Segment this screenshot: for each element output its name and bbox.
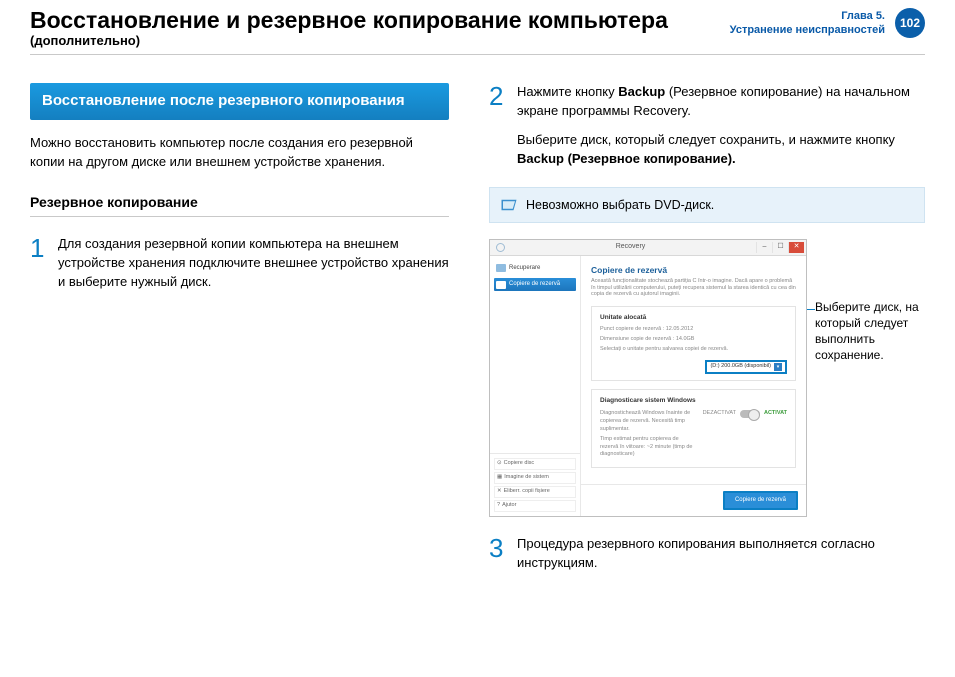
step-number-2: 2 bbox=[489, 83, 507, 168]
diagnostics-toggle[interactable]: DEZACTIVAT ACTIVAT bbox=[703, 410, 787, 418]
drive-select-callout: Выберите диск, на который следует выполн… bbox=[815, 239, 925, 364]
toggle-switch-icon bbox=[740, 410, 760, 418]
step-2-part-a: Нажмите кнопку bbox=[517, 84, 618, 99]
window-maximize-button[interactable]: ☐ bbox=[772, 242, 788, 253]
bottom-item-delete-copies[interactable]: ✕Eliberr. copii fișiere bbox=[494, 486, 576, 498]
header-right: Глава 5. Устранение неисправностей 102 bbox=[730, 8, 925, 38]
sidebar-bottom-items: ⊙Copiere disc ▦Imagine de sistem ✕Eliber… bbox=[490, 453, 580, 516]
panel-drive-line-3: Selectați o unitate pentru salvarea copi… bbox=[600, 346, 787, 354]
sidebar-item-recovery[interactable]: Recuperare bbox=[494, 262, 576, 275]
sidebar-item-recovery-label: Recuperare bbox=[509, 264, 540, 273]
step-2-line2-a: Выберите диск, который следует сохранить… bbox=[517, 132, 895, 147]
sidebar-item-backup[interactable]: Copiere de rezervă bbox=[494, 278, 576, 291]
page-header: Восстановление и резервное копирование к… bbox=[30, 0, 925, 55]
step-1: 1 Для создания резервной копии компьютер… bbox=[30, 235, 449, 292]
drive-select[interactable]: (D:) 200.0GB (disponibil) ▾ bbox=[705, 360, 787, 374]
panel-diagnostics: Diagnosticare sistem Windows Diagnostich… bbox=[591, 389, 796, 468]
main-title: Copiere de rezervă bbox=[591, 264, 796, 276]
step-2-text: Нажмите кнопку Backup (Резервное копиров… bbox=[517, 83, 925, 168]
window-close-button[interactable]: ✕ bbox=[788, 242, 804, 253]
window-minimize-button[interactable]: – bbox=[756, 242, 772, 253]
bottom-item-system-image[interactable]: ▦Imagine de sistem bbox=[494, 472, 576, 484]
panel-diag-heading: Diagnosticare sistem Windows bbox=[600, 396, 787, 405]
note-box: Невозможно выбрать DVD-диск. bbox=[489, 187, 925, 223]
section-banner: Восстановление после резервного копирова… bbox=[30, 83, 449, 120]
left-column: Восстановление после резервного копирова… bbox=[30, 83, 449, 591]
step-2-line2-bold: Backup (Резервное копирование). bbox=[517, 151, 736, 166]
step-2: 2 Нажмите кнопку Backup (Резервное копир… bbox=[489, 83, 925, 168]
page-number-badge: 102 bbox=[895, 8, 925, 38]
backup-icon bbox=[496, 281, 506, 289]
page-subtitle: (дополнительно) bbox=[30, 33, 668, 48]
step-number-1: 1 bbox=[30, 235, 48, 292]
step-3-text: Процедура резервного копирования выполня… bbox=[517, 535, 925, 573]
sidebar-item-backup-label: Copiere de rezervă bbox=[509, 280, 560, 289]
note-text: Невозможно выбрать DVD-диск. bbox=[526, 196, 714, 214]
chevron-down-icon: ▾ bbox=[774, 363, 782, 371]
panel-drive-line-2: Dimensiune copie de rezervă : 14.0GB bbox=[600, 336, 787, 344]
bottom-item-help[interactable]: ?Ajutor bbox=[494, 500, 576, 512]
bottom-item-disc-copy[interactable]: ⊙Copiere disc bbox=[494, 458, 576, 470]
window-main: Copiere de rezervă Această funcționalita… bbox=[581, 256, 806, 485]
step-3: 3 Процедура резервного копирования выпол… bbox=[489, 535, 925, 573]
chapter-line-2: Устранение неисправностей bbox=[730, 23, 885, 37]
note-icon bbox=[500, 198, 518, 212]
drive-select-value: (D:) 200.0GB (disponibil) bbox=[710, 363, 771, 371]
recovery-window: Recovery – ☐ ✕ Recuperare bbox=[489, 239, 807, 517]
window-title: Recovery bbox=[505, 242, 756, 252]
intro-paragraph: Можно восстановить компьютер после созда… bbox=[30, 134, 449, 172]
toggle-label-on: ACTIVAT bbox=[764, 410, 787, 418]
subheading-backup: Резервное копирование bbox=[30, 192, 449, 217]
panel-drive-heading: Unitate alocată bbox=[600, 313, 787, 322]
panel-diag-line-2: Timp estimat pentru copierea de rezervă … bbox=[600, 436, 697, 460]
panel-drive-line-1: Punct copiere de rezervă : 12.05.2012 bbox=[600, 326, 787, 334]
chapter-label: Глава 5. Устранение неисправностей bbox=[730, 9, 885, 38]
chapter-line-1: Глава 5. bbox=[730, 9, 885, 23]
panel-drive: Unitate alocată Punct copiere de rezervă… bbox=[591, 306, 796, 381]
step-2-bold-backup: Backup bbox=[618, 84, 665, 99]
panel-diag-line-1: Diagnostichează Windows înainte de copie… bbox=[600, 410, 697, 434]
toggle-label-off: DEZACTIVAT bbox=[703, 410, 736, 418]
screenshot-with-callout: Recovery – ☐ ✕ Recuperare bbox=[489, 239, 925, 517]
window-back-icon[interactable] bbox=[496, 243, 505, 252]
step-number-3: 3 bbox=[489, 535, 507, 573]
page-title: Восстановление и резервное копирование к… bbox=[30, 8, 668, 33]
step-1-text: Для создания резервной копии компьютера … bbox=[58, 235, 449, 292]
recovery-icon bbox=[496, 264, 506, 272]
window-body: Recuperare Copiere de rezervă ⊙Copiere d… bbox=[490, 256, 806, 516]
window-sidebar: Recuperare Copiere de rezervă bbox=[490, 256, 580, 297]
backup-cta-button[interactable]: Copiere de rezervă bbox=[723, 491, 798, 510]
main-description: Această funcționalitate stochează partiț… bbox=[591, 278, 796, 298]
window-titlebar: Recovery – ☐ ✕ bbox=[490, 240, 806, 256]
right-column: 2 Нажмите кнопку Backup (Резервное копир… bbox=[489, 83, 925, 591]
window-controls: – ☐ ✕ bbox=[756, 242, 804, 253]
title-block: Восстановление и резервное копирование к… bbox=[30, 8, 668, 48]
window-footer: Copiere de rezervă bbox=[581, 484, 806, 516]
